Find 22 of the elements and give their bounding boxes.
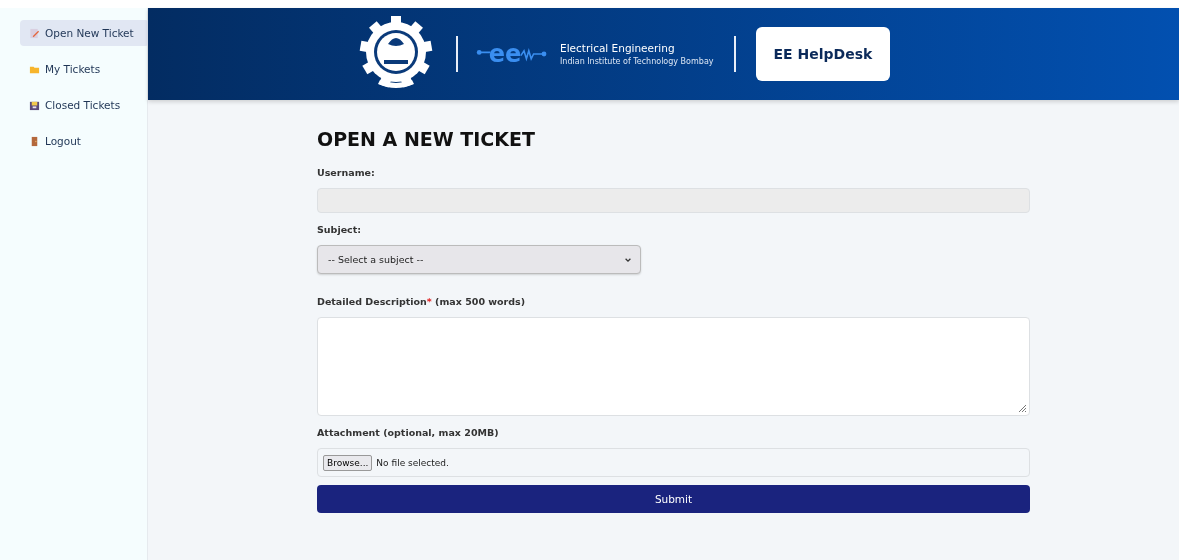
field-label: Detailed Description* (max 500 words) <box>317 296 527 307</box>
sidebar-item[interactable]: Logout <box>20 128 149 154</box>
app-title: EE HelpDesk <box>755 27 891 81</box>
door-icon <box>29 135 40 147</box>
file-status: No file selected. <box>376 457 449 468</box>
memo-icon <box>29 27 40 39</box>
field-label: Attachment (optional, max 20MB) <box>317 427 500 438</box>
box-icon <box>29 99 40 111</box>
page-title: OPEN A NEW TICKET <box>317 128 536 150</box>
sidebar-item[interactable]: My Tickets <box>20 56 149 82</box>
department-name: Electrical Engineering <box>560 42 676 54</box>
subject-dropdown[interactable]: -- Select a subject -- <box>317 245 641 274</box>
ee-logo: ee <box>476 36 548 72</box>
field-label: Username: <box>317 167 376 178</box>
sidebar-item[interactable]: Open New Ticket <box>20 20 149 46</box>
description-field[interactable] <box>317 317 1030 416</box>
browse-button[interactable]: Browse... <box>323 454 373 471</box>
sidebar-item[interactable]: Closed Tickets <box>20 92 149 118</box>
submit-button[interactable]: Submit <box>317 485 1030 513</box>
resize-grip-icon <box>1017 403 1027 413</box>
field-label: Subject: <box>317 224 363 235</box>
institute-name: Indian Institute of Technology Bombay <box>560 57 714 66</box>
